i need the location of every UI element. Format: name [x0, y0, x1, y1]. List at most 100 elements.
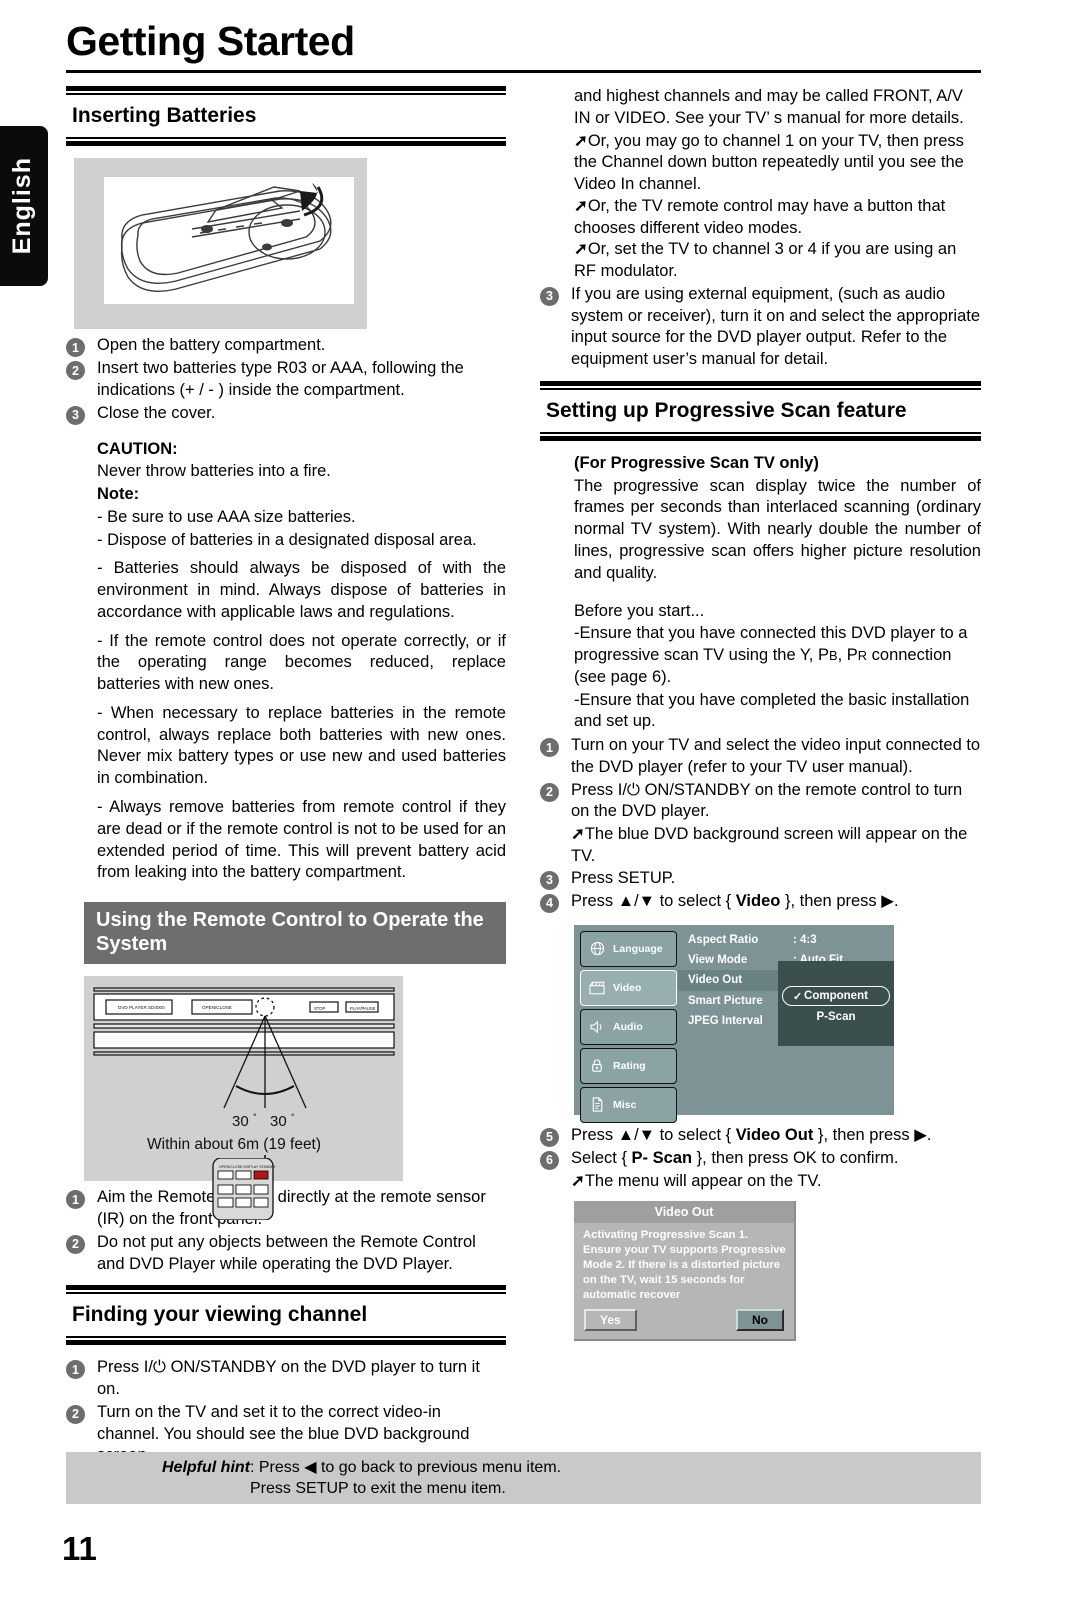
svg-text:STOP: STOP — [314, 1006, 326, 1011]
arrow-note-text: The blue DVD background screen will appe… — [571, 825, 968, 865]
helpful-hint-text: Helpful hint: Press ◀ to go back to prev… — [66, 1457, 561, 1500]
note-item: - Batteries should always be disposed of… — [97, 559, 506, 621]
language-side-tab: English — [0, 126, 48, 286]
osd-option-component[interactable]: ✓ Component — [782, 985, 890, 1006]
osd-sidebar-item-rating[interactable]: Rating — [580, 1047, 677, 1084]
step-number: 6 — [540, 1150, 559, 1170]
rating-lock-icon — [588, 1058, 606, 1074]
step-number: 2 — [540, 782, 559, 802]
step-number: 2 — [66, 1234, 85, 1254]
step-text-bold: Video Out — [735, 1125, 814, 1144]
svg-text:DVD PLAYER SD4000: DVD PLAYER SD4000 — [118, 1005, 165, 1010]
step-text: Press ▲/▼ to select { Video }, then pres… — [571, 891, 981, 913]
step-number: 4 — [540, 893, 559, 913]
arrow-note-text: Or, the TV remote control may have a but… — [574, 196, 946, 237]
svg-text:OPEN/CLOSE: OPEN/CLOSE — [202, 1005, 232, 1010]
step-text: Insert two batteries type R03 or AAA, fo… — [97, 359, 464, 399]
heading-using-remote-control: Using the Remote Control to Operate the … — [84, 902, 506, 965]
helpful-hint-bar: Helpful hint: Press ◀ to go back to prev… — [66, 1452, 981, 1504]
step-number: 1 — [540, 738, 559, 758]
osd-sidebar-label: Language — [613, 942, 663, 955]
video-out-dialog-title: Video Out — [574, 1200, 794, 1223]
step-number: 3 — [540, 286, 559, 306]
rule — [66, 1285, 506, 1291]
inserting-batteries-steps: 1 Open the battery compartment. 2 Insert… — [66, 335, 506, 425]
video-clapper-icon — [588, 980, 606, 996]
arrow-note: ➚The blue DVD background screen will app… — [540, 824, 981, 868]
rule — [540, 431, 981, 434]
step-text: Open the battery compartment. — [97, 336, 326, 354]
heading-finding-viewing-channel: Finding your viewing channel — [66, 1285, 506, 1346]
rule — [540, 380, 981, 386]
note-item: - Dispose of batteries in a designated d… — [97, 530, 477, 549]
osd-sidebar-item-language[interactable]: Language — [580, 930, 677, 967]
language-globe-icon — [588, 941, 606, 957]
list-item: 1 Turn on your TV and select the video i… — [540, 735, 981, 779]
helpful-hint-line2: Press SETUP to exit the menu item. — [250, 1480, 506, 1497]
step-number: 1 — [66, 338, 85, 357]
caution-label: CAUTION: — [97, 439, 178, 458]
arrow-note-text: Or, you may go to channel 1 on your TV, … — [574, 131, 964, 194]
osd-option-label: Component — [804, 989, 868, 1002]
osd-setup-menu: Language Video Audio Rating Misc Aspect … — [574, 924, 894, 1123]
battery-compartment-figure — [74, 158, 367, 329]
note-item: - When necessary to replace batteries in… — [97, 703, 506, 788]
caution-text: Never throw batteries into a fire. — [97, 462, 331, 481]
step-number: 5 — [540, 1127, 559, 1147]
osd-sidebar: Language Video Audio Rating Misc — [580, 930, 677, 1126]
step-text: Turn on your TV and select the video inp… — [571, 736, 981, 776]
heading-progressive-scan: Setting up Progressive Scan feature — [540, 380, 981, 441]
osd-option-label: P-Scan — [816, 1010, 856, 1023]
no-button[interactable]: No — [736, 1308, 784, 1331]
helpful-hint-line1: : Press ◀ to go back to previous menu it… — [249, 1458, 562, 1476]
progressive-scan-steps: 1 Turn on your TV and select the video i… — [540, 735, 981, 913]
list-item: 2 Press I/⏻ ON/STANDBY on the remote con… — [540, 780, 981, 824]
osd-sidebar-item-video[interactable]: Video — [580, 969, 677, 1006]
arrow-icon: ➚ — [574, 196, 588, 215]
rule — [66, 1340, 506, 1346]
osd-row-aspect-ratio[interactable]: Aspect Ratio : 4:3 — [678, 930, 894, 950]
arrow-note: ➚The menu will appear on the TV. — [540, 1171, 981, 1193]
rule — [66, 137, 506, 139]
osd-sidebar-item-audio[interactable]: Audio — [580, 1008, 677, 1045]
osd-sidebar-label: Video — [613, 981, 642, 994]
rule — [66, 1336, 506, 1339]
arrow-note: ➚Or, set the TV to channel 3 or 4 if you… — [540, 239, 981, 283]
step-text: If you are using external equipment, (su… — [571, 284, 981, 369]
step-text: Aim the Remote Control directly at the r… — [97, 1188, 486, 1229]
arrow-note-text: The menu will appear on the TV. — [584, 1171, 822, 1190]
list-item: 1 Press I/⏻ ON/STANDBY on the DVD player… — [66, 1357, 506, 1401]
arrow-icon: ➚ — [574, 131, 588, 150]
remote-control-small-icon: OPEN/CLOSE DISPLAY STANDBY — [212, 1157, 277, 1221]
list-item: 1 Open the battery compartment. — [66, 335, 506, 357]
osd-row-label: Aspect Ratio — [688, 933, 759, 946]
osd-sidebar-item-misc[interactable]: Misc — [580, 1086, 677, 1123]
heading-inserting-batteries: Inserting Batteries — [66, 86, 506, 146]
before-you-start-item: -Ensure that you have connected this DVD… — [574, 623, 981, 688]
page-title: Getting Started — [66, 18, 355, 64]
step-text-post: }, then press ▶. — [813, 1125, 932, 1144]
page-number: 11 — [62, 1530, 97, 1567]
remote-range-figure: DVD PLAYER SD4000 OPEN/CLOSE STOP PLAY/P… — [84, 976, 403, 1221]
left-column: Inserting Batteries 1 Open the battery c… — [66, 86, 506, 1490]
heading-text: Finding your viewing channel — [72, 1303, 368, 1327]
osd-option-p-scan[interactable]: P-Scan — [778, 1006, 894, 1028]
osd-sidebar-label: Rating — [613, 1059, 646, 1072]
subheading-progressive-scan-tv-only: (For Progressive Scan TV only) — [574, 453, 819, 472]
step-text-post: }, then press OK to confirm. — [692, 1148, 899, 1167]
arrow-icon: ➚ — [571, 1171, 585, 1190]
step-text-pre: Press ▲/▼ to select { — [571, 1125, 736, 1144]
step-number: 1 — [66, 1190, 85, 1210]
arrow-icon: ➚ — [571, 825, 585, 844]
progressive-scan-intro: The progressive scan display twice the n… — [574, 476, 981, 582]
svg-text:30: 30 — [232, 1113, 249, 1130]
step-number: 2 — [66, 361, 85, 380]
progressive-scan-steps-tail: 5 Press ▲/▼ to select { Video Out }, the… — [540, 1125, 981, 1193]
checkmark-icon: ✓ — [793, 990, 803, 1003]
yes-button[interactable]: Yes — [584, 1308, 637, 1331]
step-number: 1 — [66, 1360, 85, 1380]
list-item: 3 Close the cover. — [66, 403, 506, 425]
right-column: and highest channels and may be called F… — [540, 86, 981, 1341]
note-item: - Be sure to use AAA size batteries. — [97, 507, 356, 526]
remote-control-line-drawing — [120, 183, 332, 292]
